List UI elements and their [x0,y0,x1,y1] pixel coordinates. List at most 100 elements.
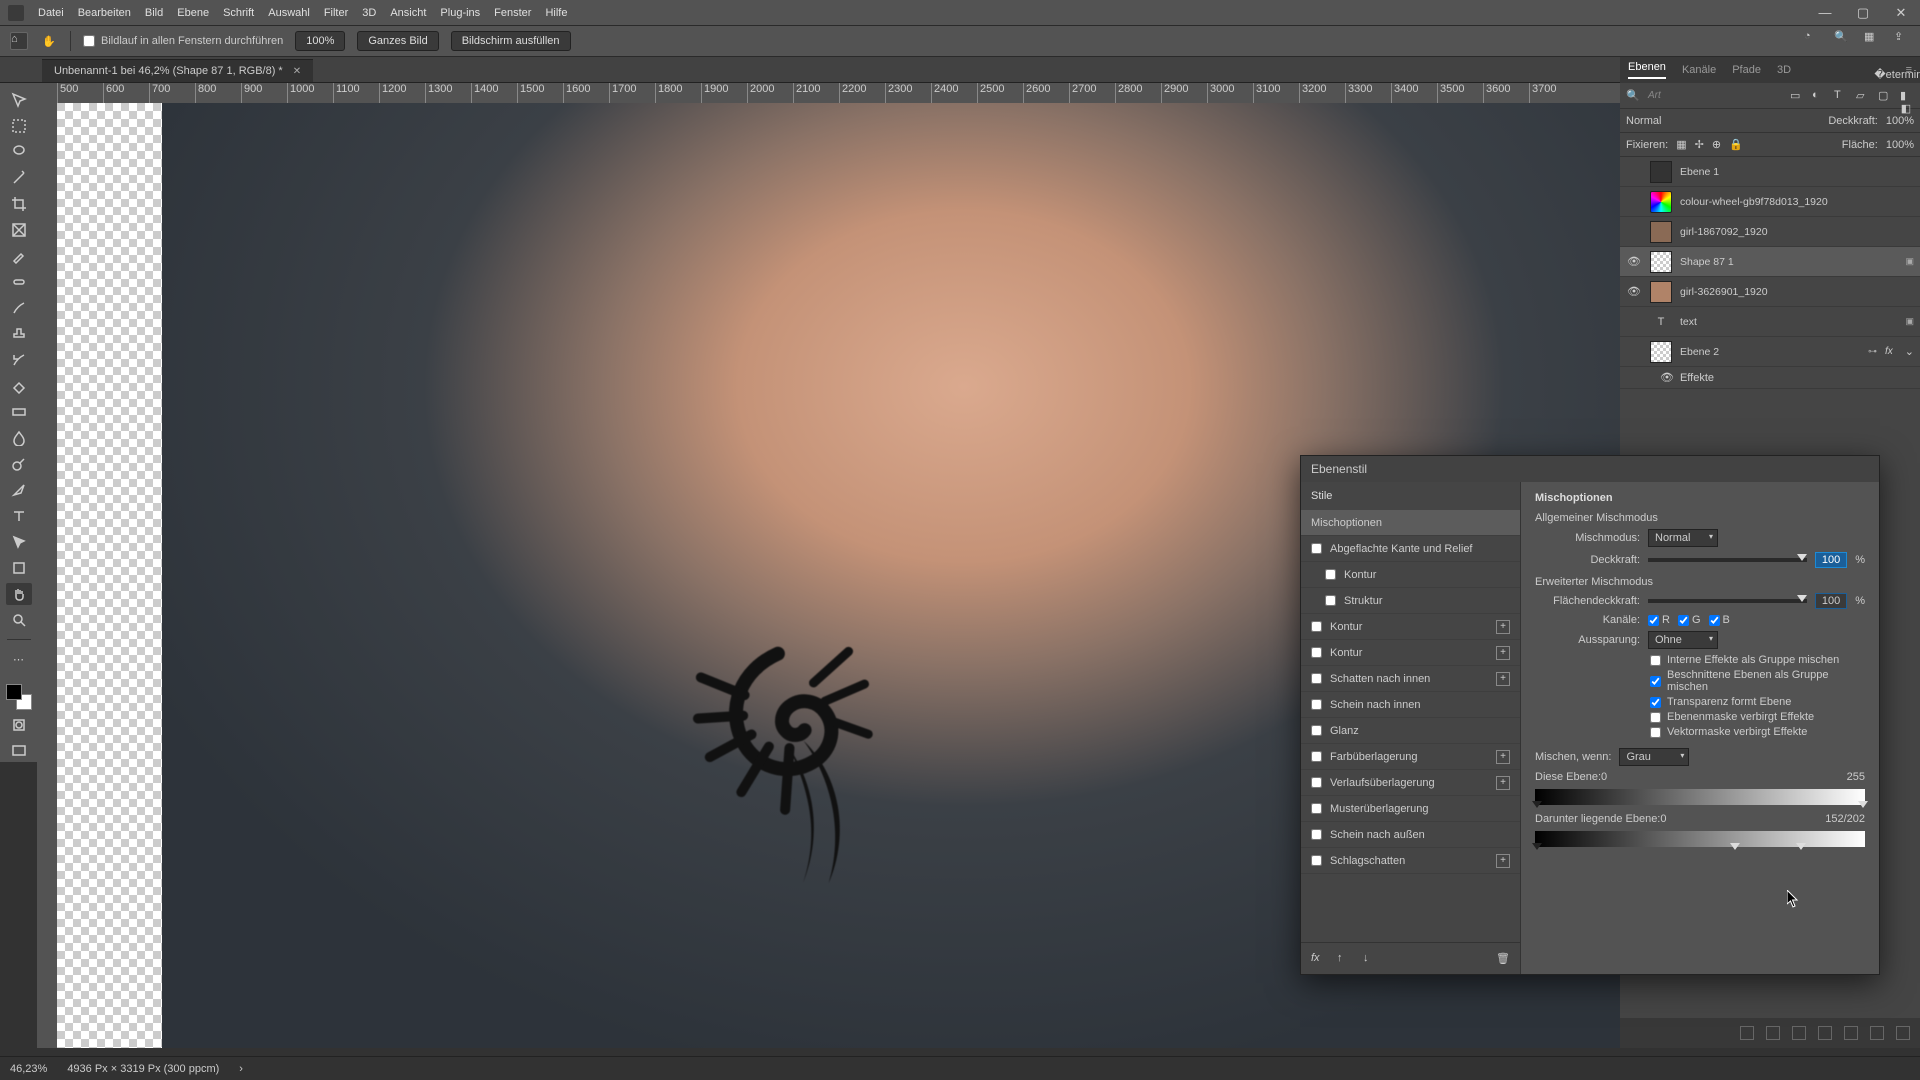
style-item-drop-shadow[interactable]: Schlagschatten+ [1301,848,1520,874]
fg-swatch[interactable] [6,684,22,700]
vector-mask-hides-checkbox[interactable] [1650,727,1661,738]
tab-channels[interactable]: Kanäle [1682,64,1716,76]
blur-tool-icon[interactable] [6,427,32,449]
document-tab[interactable]: Unbenannt-1 bei 46,2% (Shape 87 1, RGB/8… [42,59,313,82]
stamp-tool-icon[interactable] [6,323,32,345]
close-button[interactable]: ✕ [1882,0,1920,25]
eyedropper-tool-icon[interactable] [6,245,32,267]
new-layer-icon[interactable] [1870,1026,1884,1040]
move-tool-icon[interactable] [6,89,32,111]
menu-item[interactable]: Fenster [494,7,531,19]
style-item-inner-shadow[interactable]: Schatten nach innen+ [1301,666,1520,692]
visibility-toggle[interactable]: 👁 [1626,255,1642,268]
mask-icon[interactable] [1792,1026,1806,1040]
filter-adjust-icon[interactable]: ◐ [1812,89,1826,103]
search-icon[interactable]: 🔍 [1626,89,1640,103]
style-item-contour[interactable]: Kontur [1301,562,1520,588]
fx-footer-icon[interactable]: fx [1311,952,1325,966]
blend-clipped-checkbox[interactable] [1650,676,1661,687]
fx-icon[interactable] [1766,1026,1780,1040]
blend-interior-checkbox[interactable] [1650,655,1661,666]
layer-row[interactable]: Ebene 1 [1620,157,1920,187]
hand-tool-icon[interactable]: ✋ [40,32,58,50]
marquee-tool-icon[interactable] [6,115,32,137]
style-item-bevel[interactable]: Abgeflachte Kante und Relief [1301,536,1520,562]
history-brush-icon[interactable] [6,349,32,371]
menu-item[interactable]: Plug-ins [440,7,480,19]
blendif-channel-select[interactable]: Grau [1619,748,1689,766]
color-panel-icon[interactable]: �eterminate [1874,68,1920,81]
dialog-title[interactable]: Ebenenstil [1301,456,1879,482]
horizontal-ruler[interactable]: 5006007008009001000110012001300140015001… [57,83,1620,103]
layer-row[interactable]: colour-wheel-gb9f78d013_1920 [1620,187,1920,217]
edit-toolbar-icon[interactable]: ⋯ [6,648,32,670]
search-icon[interactable]: 🔍 [1834,30,1850,46]
fx-badge[interactable]: fx [1885,346,1893,357]
pen-tool-icon[interactable] [6,479,32,501]
collapse-fx-icon[interactable]: ⌄ [1905,345,1914,358]
blendif-under-slider[interactable] [1535,831,1865,847]
eraser-tool-icon[interactable] [6,375,32,397]
blendif-this-slider[interactable] [1535,789,1865,805]
style-item-blending-options[interactable]: Mischoptionen [1301,510,1520,536]
share-icon[interactable]: ⇪ [1894,30,1910,46]
screenmode-icon[interactable] [6,740,32,762]
fill-screen-button[interactable]: Bildschirm ausfüllen [451,31,571,51]
arrow-up-icon[interactable]: ↑ [1337,952,1351,966]
tab-3d[interactable]: 3D [1777,64,1791,76]
menu-item[interactable]: 3D [362,7,376,19]
add-effect-icon[interactable]: + [1496,750,1510,764]
status-arrow-icon[interactable]: › [239,1063,243,1075]
style-item-color-overlay[interactable]: Farbüberlagerung+ [1301,744,1520,770]
eye-icon[interactable]: 👁 [1660,371,1674,384]
status-zoom[interactable]: 46,23% [10,1063,47,1075]
tab-layers[interactable]: Ebenen [1628,61,1666,79]
layer-row[interactable]: 👁 girl-3626901_1920 [1620,277,1920,307]
layer-filter-type[interactable]: Art [1648,90,1782,101]
fit-screen-button[interactable]: Ganzes Bild [357,31,438,51]
brush-tool-icon[interactable] [6,297,32,319]
visibility-toggle[interactable]: 👁 [1626,285,1642,298]
home-icon[interactable]: ⌂ [10,32,28,50]
vertical-ruler[interactable] [37,103,57,1048]
menu-item[interactable]: Ansicht [390,7,426,19]
shape-tool-icon[interactable] [6,557,32,579]
zoom-100-button[interactable]: 100% [295,31,345,51]
dodge-tool-icon[interactable] [6,453,32,475]
add-effect-icon[interactable]: + [1496,620,1510,634]
layer-row[interactable]: T text ▣ [1620,307,1920,337]
layer-row[interactable]: girl-1867092_1920 [1620,217,1920,247]
hand-tool-icon[interactable] [6,583,32,605]
menu-item[interactable]: Bearbeiten [78,7,131,19]
style-item-satin[interactable]: Glanz [1301,718,1520,744]
filter-shape-icon[interactable]: ▱ [1856,89,1870,103]
menu-item[interactable]: Filter [324,7,348,19]
status-dimensions[interactable]: 4936 Px × 3319 Px (300 ppcm) [67,1063,219,1075]
path-select-icon[interactable] [6,531,32,553]
blend-mode-select[interactable]: Normal [1648,529,1718,547]
style-item-stroke[interactable]: Kontur+ [1301,614,1520,640]
lock-all-icon[interactable]: 🔒 [1729,138,1743,151]
trash-icon[interactable] [1896,1026,1910,1040]
lock-pixels-icon[interactable]: ▦ [1676,138,1686,151]
add-effect-icon[interactable]: + [1496,646,1510,660]
menu-item[interactable]: Bild [145,7,163,19]
group-icon[interactable] [1844,1026,1858,1040]
channel-b-checkbox[interactable]: B [1709,614,1730,626]
trash-icon[interactable]: 🗑 [1496,952,1510,966]
maximize-button[interactable]: ▢ [1844,0,1882,25]
style-item-outer-glow[interactable]: Schein nach außen [1301,822,1520,848]
lasso-tool-icon[interactable] [6,141,32,163]
menu-item[interactable]: Datei [38,7,64,19]
crop-tool-icon[interactable] [6,193,32,215]
link-layers-icon[interactable] [1740,1026,1754,1040]
properties-panel-icon[interactable]: ◧ [1901,102,1911,115]
menu-item[interactable]: Hilfe [545,7,567,19]
menu-item[interactable]: Auswahl [268,7,310,19]
style-item-pattern-overlay[interactable]: Musterüberlagerung [1301,796,1520,822]
fill-opacity-slider[interactable] [1648,599,1807,603]
scroll-all-windows-checkbox[interactable]: Bildlauf in allen Fenstern durchführen [83,35,283,47]
heal-tool-icon[interactable] [6,271,32,293]
opacity-slider[interactable] [1648,558,1807,562]
fill-value[interactable]: 100% [1886,139,1914,151]
